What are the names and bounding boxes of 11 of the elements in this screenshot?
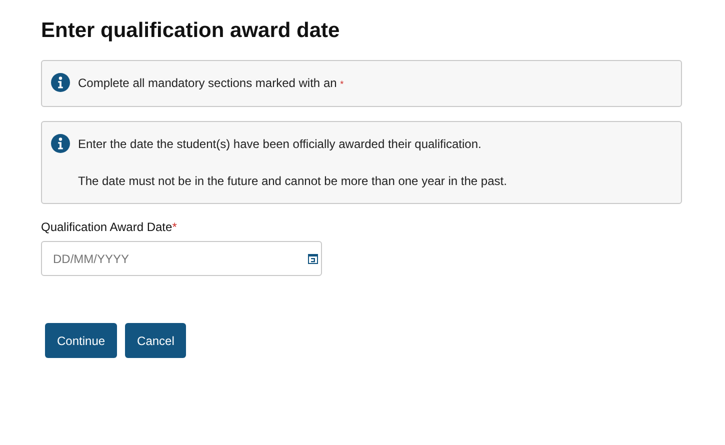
notice-text: Complete all mandatory sections marked with an * [78,75,344,92]
date-field[interactable]: DD/MM/YYYY [41,241,322,276]
calendar-icon[interactable] [308,253,318,264]
notice-text: The date must not be in the future and cannot be more than one year in the past. [78,173,507,190]
field-label: Qualification Award Date* [41,219,178,236]
notice-text: Enter the date the student(s) have been officially awarded their qualification. [78,136,482,154]
page-title: Enter qualification award date [41,18,341,44]
info-icon [51,134,70,154]
action-button[interactable]: Continue [45,323,118,358]
info-icon [51,73,70,92]
action-button[interactable]: Cancel [125,323,186,358]
